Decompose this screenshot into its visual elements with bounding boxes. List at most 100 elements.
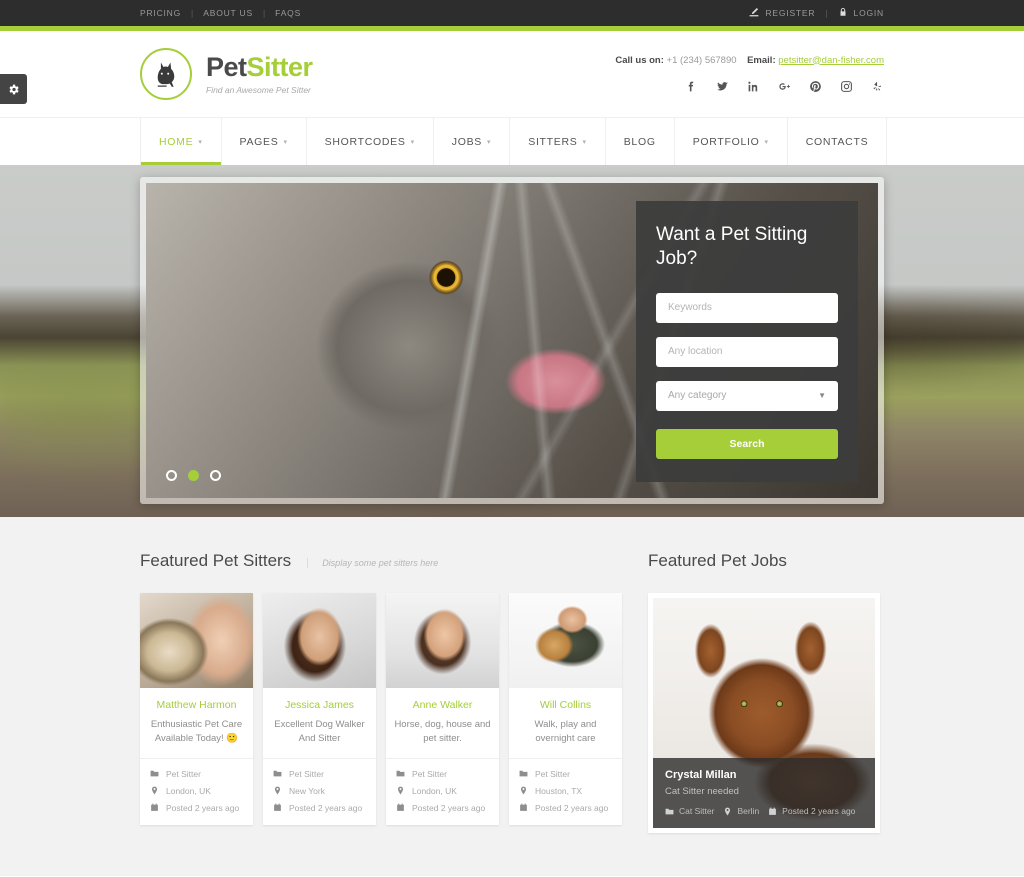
keywords-input[interactable]	[656, 292, 838, 323]
linkedin-icon[interactable]	[746, 80, 760, 94]
nav-label: Jobs	[451, 135, 483, 148]
sitter-location-row: London, UK	[396, 786, 489, 796]
chevron-down-icon: ▾	[764, 138, 769, 146]
sitter-photo	[386, 593, 499, 688]
sitter-meta: Pet Sitter New York Posted 2 years ago	[263, 757, 376, 825]
category-select[interactable]: Any category ▼	[656, 380, 838, 411]
topbar-separator: |	[262, 8, 266, 18]
yelp-icon[interactable]	[870, 80, 884, 94]
nav-label: Shortcodes	[324, 135, 406, 148]
nav-label: Portfolio	[692, 135, 760, 148]
carousel-dot-2[interactable]	[188, 470, 199, 481]
top-bar-left-links: Pricing | About Us | FAQs	[140, 8, 301, 18]
sitter-card[interactable]: Matthew Harmon Enthusiastic Pet Care Ava…	[140, 593, 253, 825]
job-posted: Posted 2 years ago	[782, 806, 856, 816]
sitter-location-row: Houston, TX	[519, 786, 612, 796]
calendar-icon	[520, 803, 527, 811]
instagram-icon[interactable]	[839, 80, 853, 94]
site-logo[interactable]: PetSitter Find an Awesome Pet Sitter	[140, 48, 313, 100]
job-search-panel: Want a Pet Sitting Job? Any category ▼ S…	[636, 201, 858, 482]
phone-number[interactable]: +1 (234) 567890	[667, 55, 737, 66]
sitter-name[interactable]: Matthew Harmon	[148, 699, 245, 711]
call-label: Call us on:	[615, 54, 664, 66]
main-navigation-bar: Home ▾ Pages ▾ Shortcodes ▾ Jobs ▾ Sitters ▾ …	[0, 117, 1024, 165]
chevron-down-icon: ▾	[410, 138, 415, 146]
job-location-row: Berlin	[723, 806, 759, 816]
nav-item-sitters[interactable]: Sitters ▾	[510, 118, 606, 165]
login-link[interactable]: Login	[854, 8, 884, 18]
top-bar-right-links: Register | Login	[749, 7, 884, 19]
nav-item-blog[interactable]: Blog	[606, 118, 675, 165]
job-card-overlay: Crystal Millan Cat Sitter needed Cat Sit…	[653, 758, 875, 828]
job-title[interactable]: Crystal Millan	[665, 769, 863, 781]
sitter-name[interactable]: Anne Walker	[394, 699, 491, 711]
topbar-separator: |	[191, 8, 194, 18]
sitter-photo	[509, 593, 622, 688]
calendar-icon	[274, 803, 281, 811]
nav-item-pages[interactable]: Pages ▾	[222, 118, 307, 165]
sitter-posted: Posted 2 years ago	[289, 802, 363, 813]
job-location: Berlin	[737, 806, 760, 816]
nav-label: Sitters	[528, 135, 578, 148]
sitter-meta: Pet Sitter London, UK Posted 2 years ago	[386, 757, 499, 825]
topbar-separator: |	[825, 8, 828, 18]
topbar-link-pricing[interactable]: Pricing	[140, 8, 181, 18]
chevron-down-icon: ▼	[818, 391, 826, 400]
sitter-description: Excellent Dog Walker And Sitter	[274, 719, 365, 744]
search-button[interactable]: Search	[656, 428, 838, 459]
map-pin-icon	[520, 786, 527, 795]
email-label: Email:	[747, 54, 776, 66]
topbar-link-faqs[interactable]: FAQs	[275, 8, 301, 18]
nav-item-home[interactable]: Home ▾	[140, 118, 222, 165]
nav-label: Pages	[239, 135, 279, 148]
nav-item-jobs[interactable]: Jobs ▾	[434, 118, 511, 165]
sitter-posted: Posted 2 years ago	[166, 802, 240, 813]
nav-item-shortcodes[interactable]: Shortcodes ▾	[307, 118, 434, 165]
carousel-dot-1[interactable]	[166, 470, 177, 481]
sitter-role-row: Pet Sitter	[150, 769, 243, 779]
sitter-meta: Pet Sitter Houston, TX Posted 2 years ag…	[509, 757, 622, 825]
map-pin-icon	[725, 807, 731, 815]
sitter-name[interactable]: Will Collins	[517, 699, 614, 711]
email-link[interactable]: petsitter@dan-fisher.com	[778, 55, 884, 66]
chevron-down-icon: ▾	[198, 138, 203, 146]
brand-tagline: Find an Awesome Pet Sitter	[206, 84, 311, 95]
facebook-icon[interactable]	[684, 80, 698, 94]
topbar-link-about-us[interactable]: About Us	[203, 8, 253, 18]
site-header: PetSitter Find an Awesome Pet Sitter Cal…	[0, 31, 1024, 117]
map-pin-icon	[397, 786, 404, 795]
carousel-dot-3[interactable]	[210, 470, 221, 481]
gear-icon[interactable]	[0, 74, 27, 104]
register-link[interactable]: Register	[765, 8, 815, 18]
featured-sitters-subtitle: Display some pet sitters here	[307, 558, 438, 568]
chevron-down-icon: ▾	[283, 138, 288, 146]
edit-icon	[749, 7, 759, 19]
sitter-card[interactable]: Anne Walker Horse, dog, house and pet si…	[386, 593, 499, 825]
featured-sitters-header: Featured Pet Sitters Display some pet si…	[140, 551, 636, 571]
hero-slide-frame: Want a Pet Sitting Job? Any category ▼ S…	[140, 177, 884, 504]
location-input[interactable]	[656, 336, 838, 367]
search-panel-title: Want a Pet Sitting Job?	[656, 224, 808, 269]
featured-sitters-column: Featured Pet Sitters Display some pet si…	[140, 551, 636, 833]
cat-icon	[140, 48, 192, 100]
twitter-icon[interactable]	[715, 80, 729, 94]
job-role-row: Cat Sitter	[665, 806, 714, 816]
pinterest-icon[interactable]	[808, 80, 822, 94]
sitter-photo	[263, 593, 376, 688]
featured-jobs-header: Featured Pet Jobs	[648, 551, 880, 571]
sitter-posted-row: Posted 2 years ago	[273, 803, 366, 813]
nav-item-contacts[interactable]: Contacts	[788, 118, 888, 165]
sitter-card[interactable]: Jessica James Excellent Dog Walker And S…	[263, 593, 376, 825]
folder-icon	[273, 770, 282, 777]
job-card[interactable]: Crystal Millan Cat Sitter needed Cat Sit…	[648, 593, 880, 833]
sitter-location-row: London, UK	[150, 786, 243, 796]
sitter-role: Pet Sitter	[166, 768, 201, 779]
job-subtitle: Cat Sitter needed	[665, 786, 739, 797]
nav-item-portfolio[interactable]: Portfolio ▾	[675, 118, 788, 165]
sitter-name[interactable]: Jessica James	[271, 699, 368, 711]
sitter-posted-row: Posted 2 years ago	[396, 803, 489, 813]
googleplus-icon[interactable]	[777, 80, 791, 94]
contact-line: Call us on: +1 (234) 567890 Email: petsi…	[615, 55, 884, 66]
sitter-card[interactable]: Will Collins Walk, play and overnight ca…	[509, 593, 622, 825]
sitter-photo	[140, 593, 253, 688]
